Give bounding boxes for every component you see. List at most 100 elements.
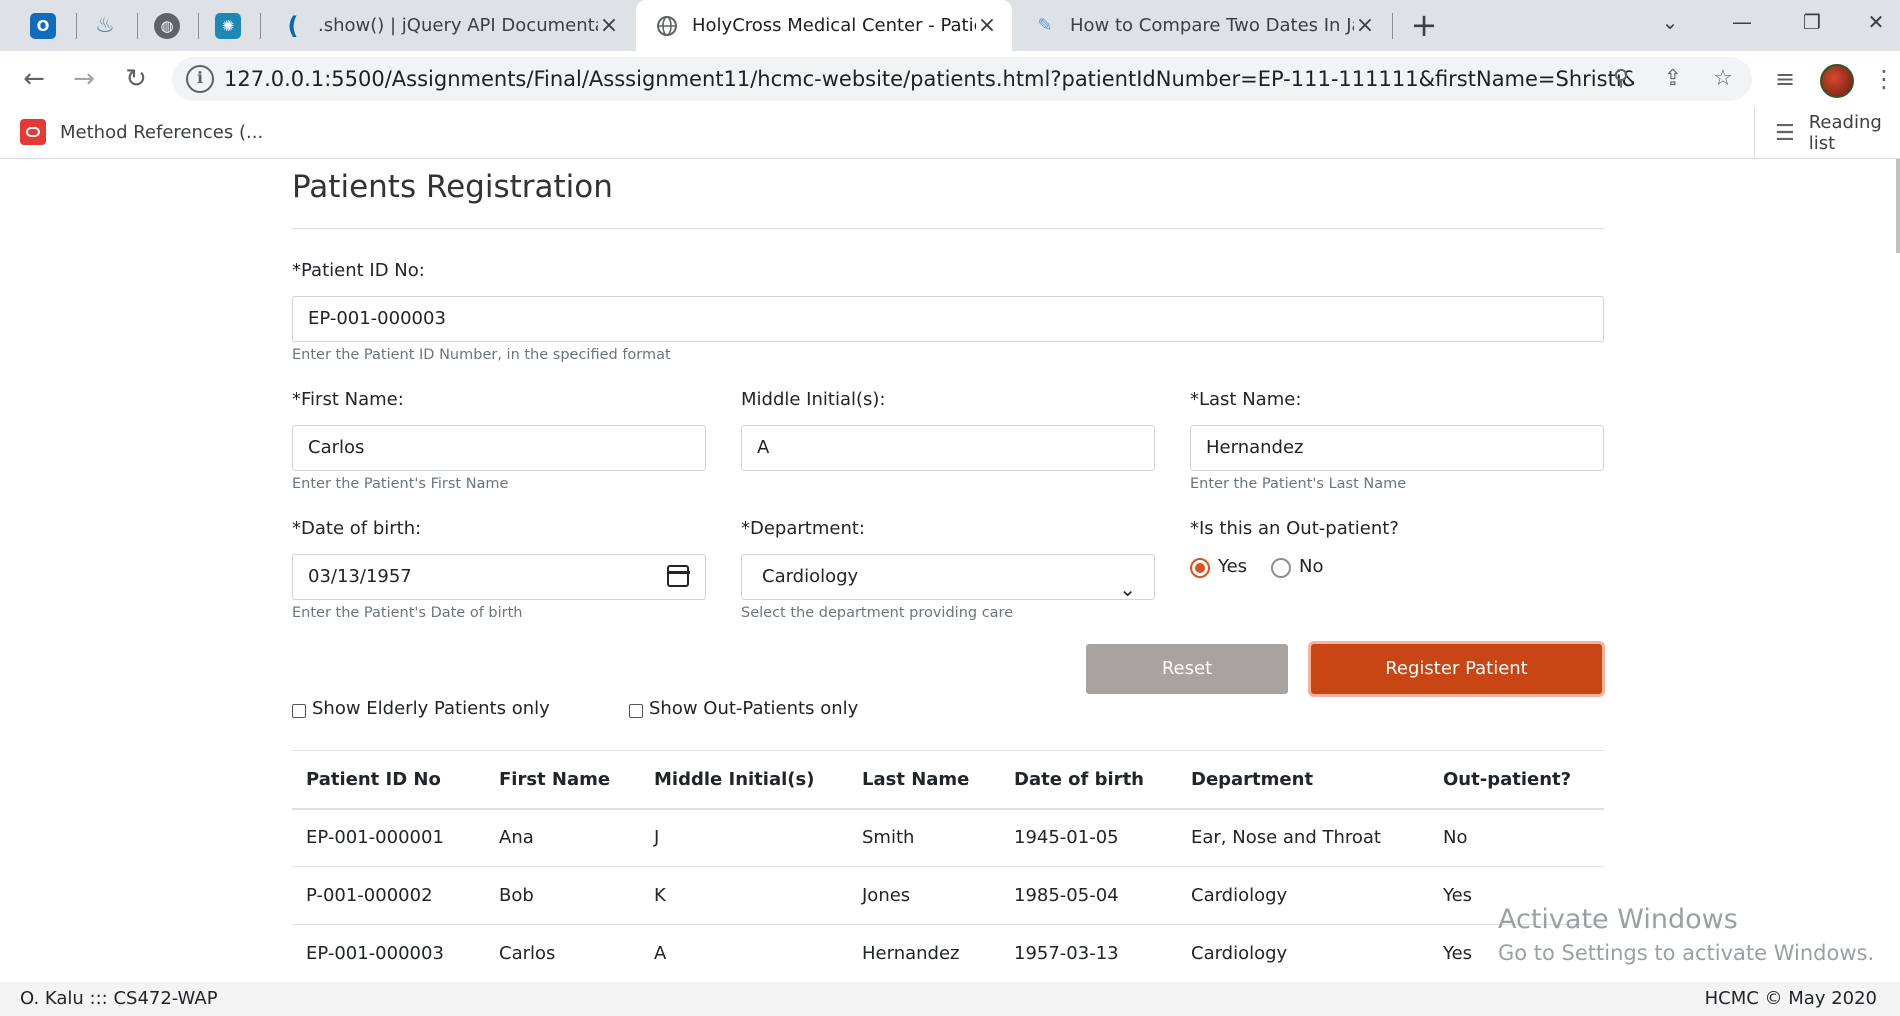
pinned-tab-java[interactable]: ♨ [78, 0, 132, 51]
table-cell: A [640, 924, 848, 982]
restore-button[interactable]: ❐ [1782, 0, 1842, 44]
page-footer: O. Kalu ::: CS472-WAP HCMC © May 2020 [0, 982, 1900, 1016]
table-cell: Cardiology [1177, 924, 1429, 982]
reload-icon[interactable]: ↻ [116, 59, 156, 99]
table-cell: J [640, 808, 848, 867]
department-select[interactable]: Cardiology ⌄ [741, 554, 1155, 601]
elderly-filter-checkbox[interactable] [292, 704, 306, 718]
address-bar[interactable]: i 127.0.0.1:5500/Assignments/Final/Asssi… [172, 57, 1752, 101]
column-header: Patient ID No [292, 750, 485, 810]
patient-id-input[interactable]: EP-001-000003 [292, 296, 1604, 342]
table-row: EP-001-000003 Carlos A Hernandez 1957-03… [292, 924, 1604, 982]
reading-list-icon: ☰ [1775, 120, 1795, 146]
register-patient-button[interactable]: Register Patient [1311, 644, 1602, 694]
page-title: Patients Registration [292, 169, 613, 205]
outpatient-no-radio[interactable] [1271, 558, 1291, 578]
outpatient-filter-checkbox[interactable] [629, 704, 643, 718]
outpatient-yes-label[interactable]: Yes [1218, 556, 1247, 577]
tab-compare-dates[interactable]: ✎ How to Compare Two Dates In JavaScript… [1014, 0, 1390, 51]
patient-id-hint: Enter the Patient ID Number, in the spec… [292, 347, 671, 363]
globe-icon [656, 15, 678, 37]
patient-id-label: *Patient ID No: [292, 260, 425, 281]
column-header: First Name [485, 750, 640, 810]
table-cell: K [640, 866, 848, 925]
table-cell: Bob [485, 866, 640, 925]
outpatient-yes-radio[interactable] [1190, 558, 1210, 578]
reset-button[interactable]: Reset [1086, 644, 1288, 694]
browser-toolbar: ← → ↻ i 127.0.0.1:5500/Assignments/Final… [0, 51, 1900, 107]
column-header: Out-patient? [1429, 750, 1604, 810]
title-divider [292, 228, 1604, 229]
share-icon[interactable]: ⇪ [1658, 65, 1688, 95]
watermark-title: Activate Windows [1498, 904, 1738, 935]
middle-initial-input[interactable]: A [741, 425, 1155, 471]
outpatient-filter-label[interactable]: Show Out-Patients only [649, 698, 858, 719]
table-cell: P-001-000002 [292, 866, 485, 925]
pinned-tab-globe[interactable]: ◍ [140, 0, 194, 51]
table-cell: No [1429, 808, 1604, 867]
column-header: Department [1177, 750, 1429, 810]
outlook-icon: O [30, 12, 56, 39]
close-tab-icon[interactable]: × [976, 13, 998, 38]
menu-icon[interactable]: ⋮ [1872, 63, 1896, 97]
table-cell: Ear, Nose and Throat [1177, 808, 1429, 867]
page-viewport: Patients Registration *Patient ID No: EP… [0, 159, 1900, 982]
reading-list-label: Reading list [1808, 112, 1882, 154]
reading-list-button[interactable]: ☰ Reading list [1754, 107, 1900, 159]
department-label: *Department: [741, 518, 865, 539]
globe-icon: ◍ [154, 12, 180, 39]
back-icon[interactable]: ← [14, 59, 54, 99]
column-header: Date of birth [1000, 750, 1177, 810]
java-icon: ♨ [95, 13, 115, 38]
tab-title: HolyCross Medical Center - Patients [692, 15, 976, 36]
outpatient-label: *Is this an Out-patient? [1190, 518, 1399, 539]
media-controls-icon[interactable]: ≡ [1768, 63, 1802, 97]
site-info-icon[interactable]: i [186, 65, 214, 93]
outpatient-no-label[interactable]: No [1299, 556, 1323, 577]
zoom-icon[interactable]: ⚲ [1606, 65, 1636, 95]
minimize-button[interactable]: — [1712, 0, 1772, 44]
tab-separator [1392, 13, 1393, 39]
last-name-input[interactable]: Hernandez [1190, 425, 1604, 471]
last-name-hint: Enter the Patient's Last Name [1190, 476, 1407, 492]
tab-separator [76, 13, 77, 39]
tab-jquery[interactable]: ( .show() | jQuery API Documentation × [262, 0, 634, 51]
patients-table: Patient ID No First Name Middle Initial(… [292, 750, 1604, 982]
bookmark-star-icon[interactable]: ☆ [1708, 65, 1738, 95]
close-tab-icon[interactable]: × [1354, 13, 1376, 38]
scrollbar[interactable] [1896, 159, 1900, 253]
calendar-icon[interactable] [666, 565, 690, 587]
watermark-subtitle: Go to Settings to activate Windows. [1498, 941, 1875, 965]
tab-separator [137, 13, 138, 39]
table-cell: 1957-03-13 [1000, 924, 1177, 982]
dob-input[interactable]: 03/13/1957 [292, 554, 706, 600]
bookmark-label: Method References (... [60, 121, 264, 143]
tab-search-icon[interactable]: ⌄ [1640, 0, 1700, 44]
table-row: EP-001-000001 Ana J Smith 1945-01-05 Ear… [292, 808, 1604, 867]
column-header: Last Name [848, 750, 1000, 810]
column-header: Middle Initial(s) [640, 750, 848, 810]
forward-icon[interactable]: → [64, 59, 104, 99]
new-tab-button[interactable]: + [1406, 8, 1442, 44]
pinned-tab-snowflake[interactable]: ✺ [201, 0, 255, 51]
footer-copyright: HCMC © May 2020 [1704, 988, 1877, 1009]
table-cell: 1945-01-05 [1000, 808, 1177, 867]
table-row: P-001-000002 Bob K Jones 1985-05-04 Card… [292, 866, 1604, 925]
close-window-button[interactable]: ✕ [1852, 0, 1900, 44]
dob-hint: Enter the Patient's Date of birth [292, 605, 523, 621]
elderly-filter-label[interactable]: Show Elderly Patients only [312, 698, 550, 719]
close-tab-icon[interactable]: × [598, 13, 620, 38]
first-name-input[interactable]: Carlos [292, 425, 706, 471]
tab-patients[interactable]: HolyCross Medical Center - Patients × [636, 0, 1012, 51]
browser-tab-bar: O ♨ ◍ ✺ ( .show() | jQuery API Documenta… [0, 0, 1900, 51]
avatar[interactable] [1820, 64, 1854, 98]
tab-title: .show() | jQuery API Documentation [318, 15, 598, 36]
bookmark-method-references[interactable]: Method References (... [20, 119, 263, 145]
snowflake-icon: ✺ [215, 12, 241, 39]
article-icon: ✎ [1037, 15, 1053, 36]
windows-activation-watermark: Activate Windows Go to Settings to activ… [1498, 904, 1874, 965]
table-cell: Cardiology [1177, 866, 1429, 925]
dob-label: *Date of birth: [292, 518, 422, 539]
url-text[interactable]: 127.0.0.1:5500/Assignments/Final/Asssign… [224, 67, 1634, 91]
pinned-tab-outlook[interactable]: O [16, 0, 70, 51]
